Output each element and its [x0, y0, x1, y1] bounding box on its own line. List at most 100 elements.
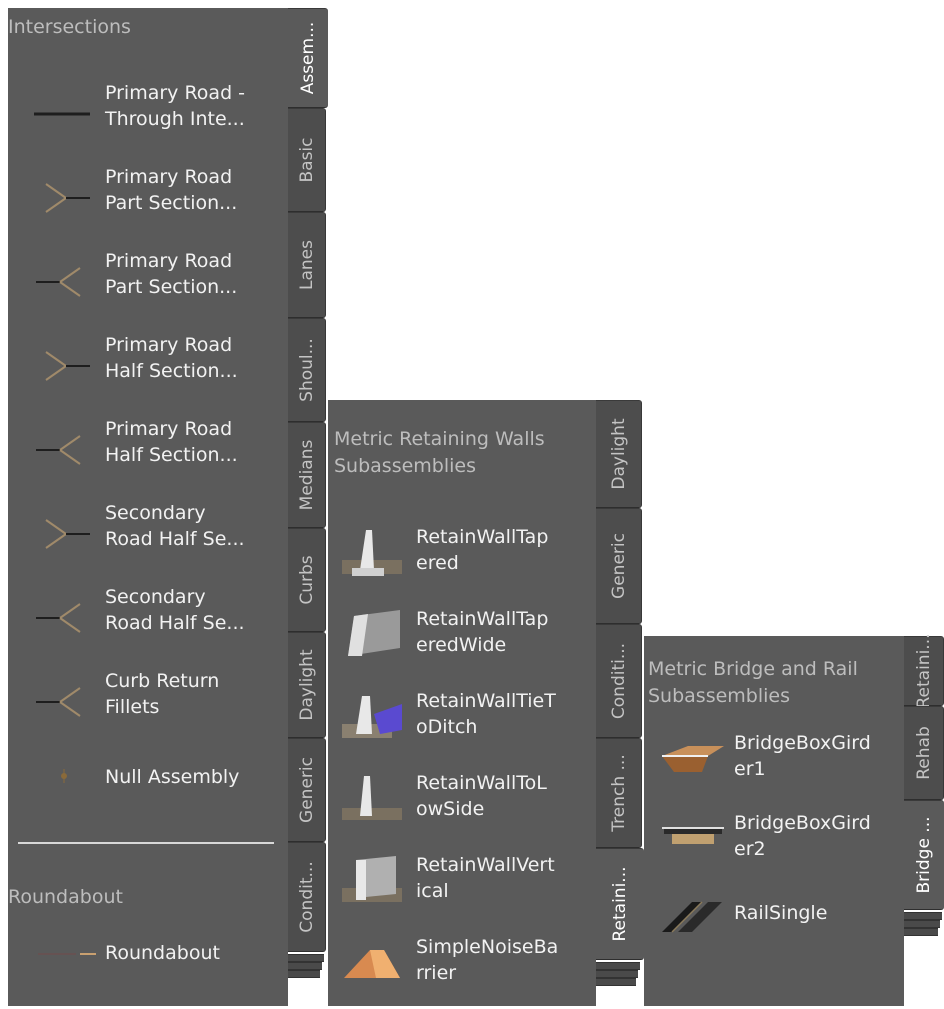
- tab-overflow-stack[interactable]: [596, 970, 638, 978]
- section-title-bridge-rail: Metric Bridge and Rail Subassemblies: [648, 658, 858, 707]
- tab-retaining[interactable]: Retaini...: [904, 633, 944, 709]
- tool-item-label: Primary Road Half Section...: [105, 334, 238, 382]
- tool-item-label: Secondary Road Half Se...: [105, 586, 245, 634]
- palette-tab-strip: Retaini... Rehab Bridge ...: [904, 633, 944, 1006]
- section-divider: [18, 842, 274, 844]
- tool-item-roundabout[interactable]: Roundabout: [8, 932, 288, 982]
- tab-curbs[interactable]: Curbs: [288, 528, 326, 632]
- tool-palette-bridge-rail: Metric Bridge and Rail Subassemblies Bri…: [644, 633, 944, 1006]
- y-junction-left-icon: [36, 687, 81, 717]
- section-title-roundabout: Roundabout: [8, 886, 123, 908]
- tool-item-retain-wall-tapered-wide[interactable]: RetainWallTap eredWide: [328, 600, 596, 680]
- tab-shoulders[interactable]: Shoul...: [288, 318, 326, 422]
- tool-item-label: RetainWallTap eredWide: [416, 608, 549, 656]
- tool-item-label: Roundabout: [105, 942, 220, 964]
- tool-item-label: RetainWallVert ical: [416, 854, 555, 902]
- tool-item-retain-wall-tapered[interactable]: RetainWallTap ered: [328, 518, 596, 598]
- y-junction-left-icon: [36, 603, 81, 633]
- tab-label: Basic: [296, 137, 317, 183]
- tab-overflow-stack[interactable]: [288, 970, 320, 978]
- tool-item-label: Primary Road Half Section...: [105, 418, 238, 466]
- tab-assemblies[interactable]: Assem...: [288, 8, 328, 108]
- tab-label: Condit...: [296, 861, 317, 933]
- line-icon: [34, 112, 90, 116]
- section-title-retaining-walls: Metric Retaining Walls Subassemblies: [334, 428, 545, 477]
- y-junction-left-icon: [36, 435, 81, 465]
- tab-label: Daylight: [296, 649, 317, 721]
- tool-item-primary-road-through[interactable]: Primary Road - Through Inte...: [8, 80, 288, 160]
- tab-retaining[interactable]: Retaini...: [596, 848, 644, 960]
- tab-conditional[interactable]: Condit...: [288, 842, 326, 952]
- tool-item-secondary-road-half-1[interactable]: Secondary Road Half Se...: [8, 500, 288, 580]
- tab-overflow-stack[interactable]: [904, 920, 940, 928]
- tab-label: Generic: [608, 533, 629, 599]
- tool-item-label: Secondary Road Half Se...: [105, 502, 245, 550]
- tab-overflow-stack[interactable]: [288, 962, 322, 970]
- tab-overflow-stack[interactable]: [288, 954, 324, 962]
- tab-label: Retaini...: [913, 633, 934, 709]
- tool-item-primary-road-part-2[interactable]: Primary Road Part Section...: [8, 248, 288, 328]
- tab-overflow-stack[interactable]: [904, 928, 938, 936]
- tab-generic[interactable]: Generic: [596, 508, 642, 624]
- tool-item-retain-wall-to-low-side[interactable]: RetainWallToL owSide: [328, 764, 596, 844]
- tab-conditional[interactable]: Conditi...: [596, 624, 642, 738]
- roundabout-line-icon: [38, 953, 96, 955]
- tool-item-label: Null Assembly: [105, 766, 240, 788]
- tab-overflow-stack[interactable]: [596, 962, 640, 970]
- tool-item-label: Primary Road - Through Inte...: [105, 82, 246, 130]
- tab-label: Shoul...: [296, 338, 317, 402]
- section-title-intersections: Intersections: [8, 16, 131, 38]
- tool-item-retain-wall-vertical[interactable]: RetainWallVert ical: [328, 846, 596, 926]
- y-junction-right-icon: [45, 351, 90, 381]
- tool-item-primary-road-half-1[interactable]: Primary Road Half Section...: [8, 332, 288, 412]
- tab-daylight[interactable]: Daylight: [288, 632, 326, 738]
- tool-item-secondary-road-half-2[interactable]: Secondary Road Half Se...: [8, 584, 288, 664]
- tab-rehab[interactable]: Rehab: [904, 706, 944, 800]
- tab-bridge[interactable]: Bridge ...: [904, 800, 944, 910]
- tool-item-retain-wall-tie-to-ditch[interactable]: RetainWallTieT oDitch: [328, 682, 596, 762]
- tool-item-label: BridgeBoxGird er1: [734, 732, 871, 780]
- palette-content: Intersections Primary Road - Through Int…: [8, 8, 288, 1006]
- tool-item-simple-noise-barrier[interactable]: SimpleNoiseBa rrier: [328, 928, 596, 1006]
- palette-content: Metric Retaining Walls Subassemblies Ret…: [328, 400, 596, 1006]
- y-junction-right-icon: [45, 183, 90, 213]
- tab-lanes[interactable]: Lanes: [288, 212, 326, 318]
- tool-palette-assemblies: Intersections Primary Road - Through Int…: [8, 8, 328, 1006]
- tool-palette-retaining-walls: Metric Retaining Walls Subassemblies Ret…: [328, 400, 644, 1006]
- tool-item-curb-return-fillets[interactable]: Curb Return Fillets: [8, 668, 288, 748]
- tool-item-label: Curb Return Fillets: [105, 670, 220, 718]
- tool-item-bridge-box-girder-2[interactable]: BridgeBoxGird er2: [644, 804, 904, 884]
- noise-barrier-icon: [344, 950, 400, 978]
- bridge-box-girder-icon: [662, 746, 724, 772]
- tool-item-label: RetainWallTieT oDitch: [416, 690, 556, 738]
- y-junction-left-icon: [36, 267, 81, 297]
- tool-item-null-assembly[interactable]: Null Assembly: [8, 752, 288, 832]
- tab-label: Curbs: [296, 555, 317, 605]
- tool-item-label: RailSingle: [734, 902, 828, 924]
- tab-daylight[interactable]: Daylight: [596, 400, 642, 508]
- tab-label: Rehab: [913, 726, 934, 780]
- tool-item-primary-road-part-1[interactable]: Primary Road Part Section...: [8, 164, 288, 244]
- tab-label: Assem...: [298, 21, 318, 95]
- bridge-box-girder-2-icon: [662, 827, 724, 844]
- tab-basic[interactable]: Basic: [288, 108, 326, 212]
- tab-overflow-stack[interactable]: [596, 978, 636, 986]
- tab-label: Medians: [296, 439, 317, 511]
- tool-item-label: SimpleNoiseBa rrier: [416, 936, 559, 984]
- tool-item-bridge-box-girder-1[interactable]: BridgeBoxGird er1: [644, 724, 904, 804]
- retaining-wall-wide-icon: [348, 610, 400, 656]
- rail-single-icon: [662, 901, 722, 933]
- tool-item-rail-single[interactable]: RailSingle: [644, 884, 904, 964]
- palette-tab-strip: Daylight Generic Conditi... Trench ... R…: [596, 400, 644, 1006]
- tool-item-label: Primary Road Part Section...: [105, 166, 238, 214]
- point-icon: [61, 769, 67, 783]
- tab-trench[interactable]: Trench ...: [596, 738, 642, 848]
- tab-generic[interactable]: Generic: [288, 738, 326, 842]
- tool-item-primary-road-half-2[interactable]: Primary Road Half Section...: [8, 416, 288, 496]
- tab-overflow-stack[interactable]: [904, 912, 942, 920]
- tab-medians[interactable]: Medians: [288, 422, 326, 528]
- tab-label: Retaini...: [610, 866, 630, 942]
- palette-tab-strip: Assem... Basic Lanes Shoul... Medians Cu…: [288, 8, 328, 1006]
- tab-label: Trench ...: [608, 754, 629, 832]
- tab-label: Conditi...: [608, 642, 629, 720]
